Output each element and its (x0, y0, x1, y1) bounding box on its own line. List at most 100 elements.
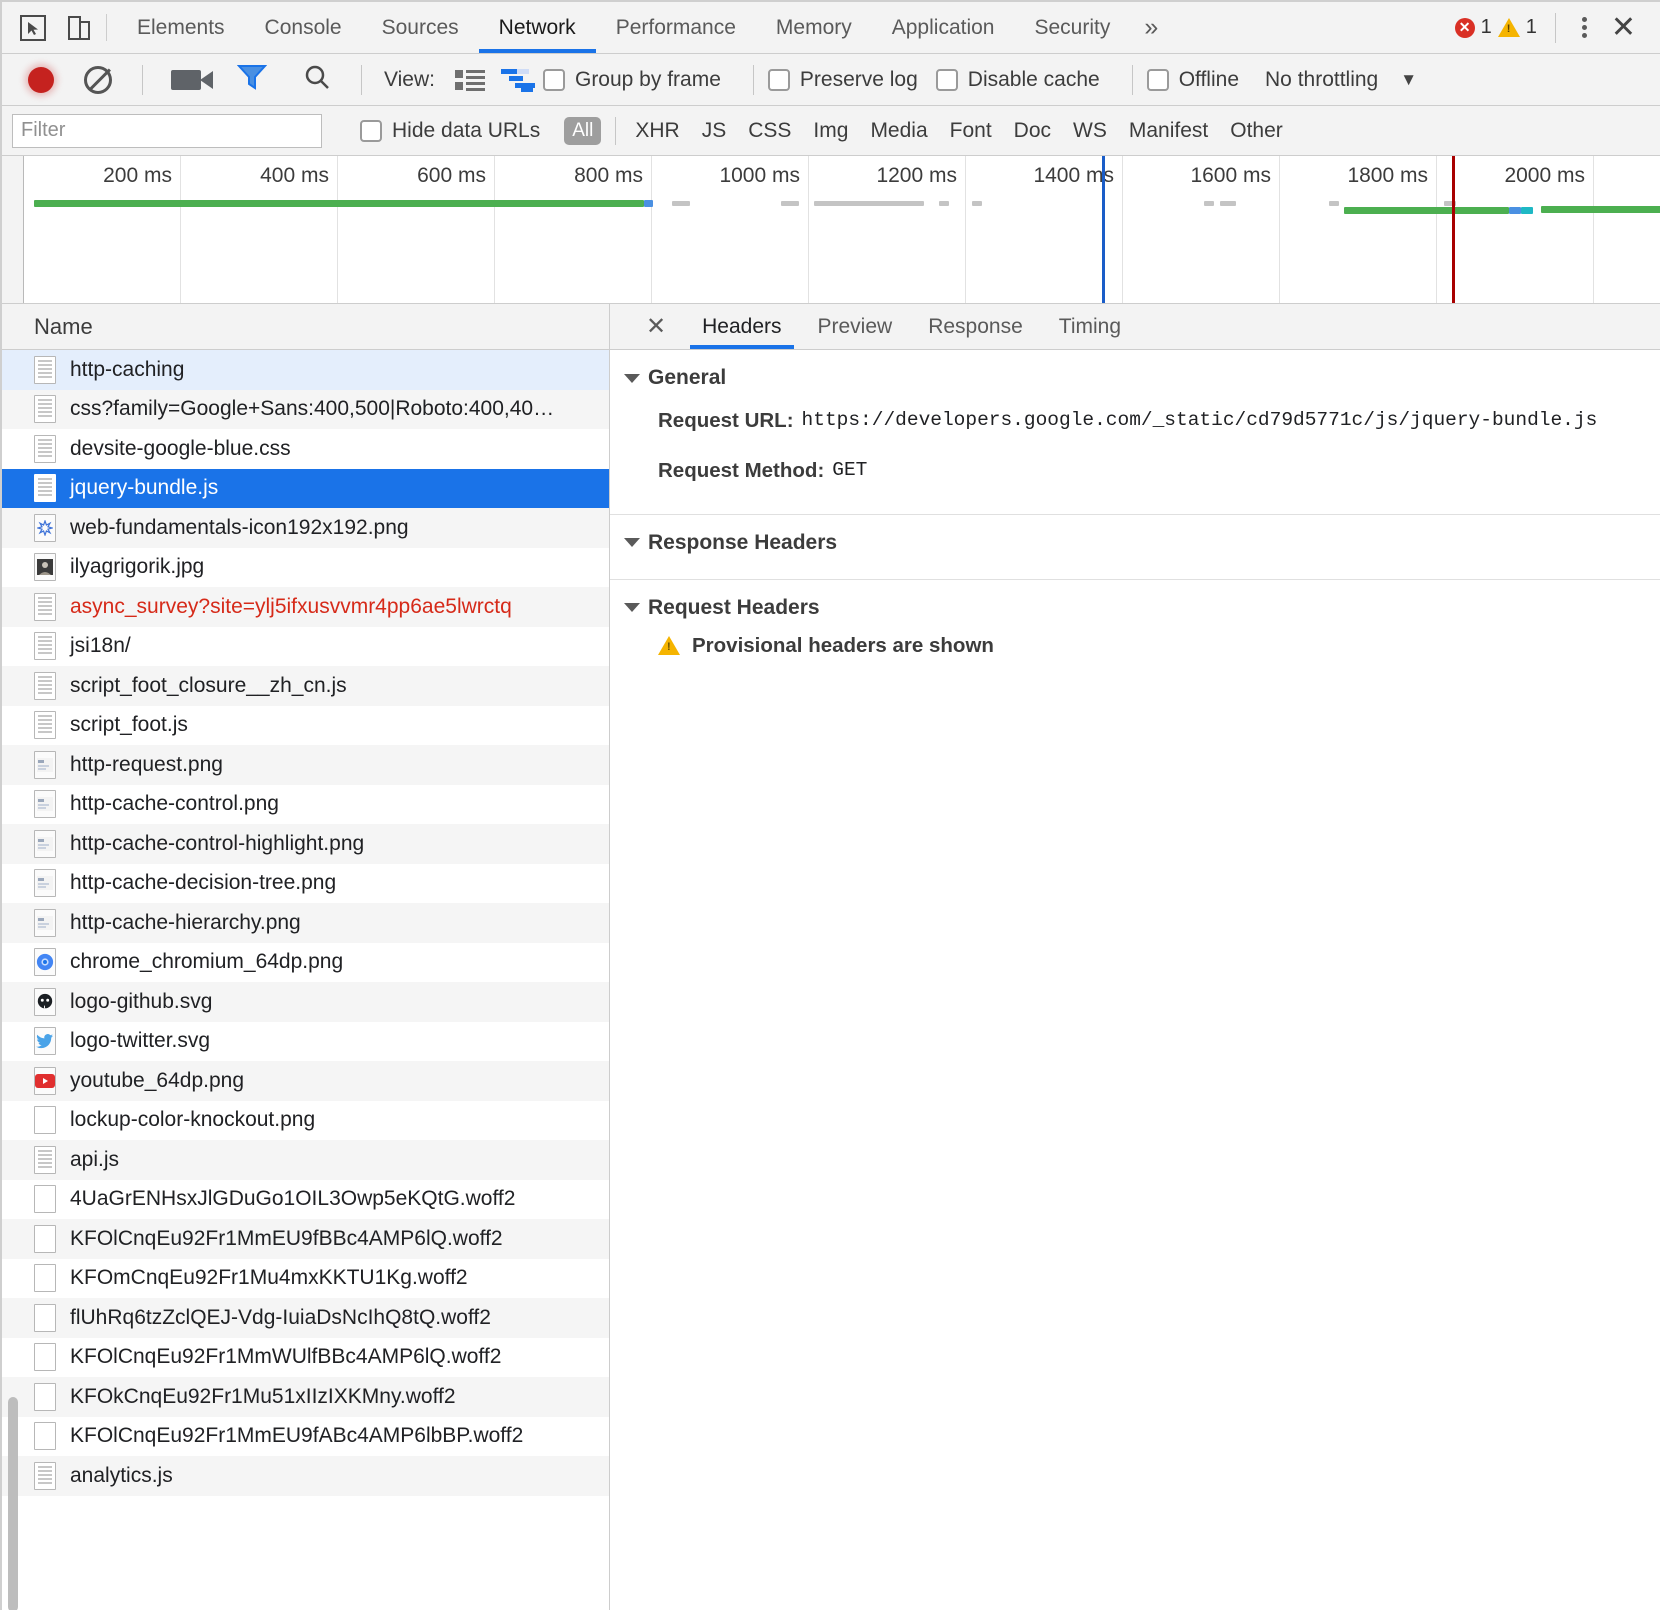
filter-type-all[interactable]: All (564, 116, 602, 145)
filter-icon[interactable] (236, 63, 268, 97)
tab-timing[interactable]: Timing (1041, 304, 1139, 349)
warning-count-badge[interactable]: 1 (1497, 16, 1537, 39)
overview-left-handle[interactable] (2, 156, 24, 303)
request-row[interactable]: jquery-bundle.js (2, 468, 609, 508)
toolbar-divider-4 (1131, 64, 1133, 95)
tab-network[interactable]: Network (478, 2, 596, 53)
document-icon (34, 592, 56, 621)
request-row[interactable]: http-cache-decision-tree.png (2, 864, 609, 904)
overview-tick: 1000 ms (719, 164, 800, 187)
request-row[interactable]: KFOlCnqEu92Fr1MmEU9fABc4AMP6lbBP.woff2 (2, 1417, 609, 1457)
list-view-icon[interactable] (454, 67, 485, 93)
tab-application[interactable]: Application (872, 2, 1015, 53)
preserve-log-checkbox[interactable]: Preserve log (767, 68, 918, 92)
disable-cache-checkbox[interactable]: Disable cache (935, 68, 1100, 92)
checkbox-box[interactable] (935, 68, 958, 91)
request-row[interactable]: flUhRq6tzZclQEJ-Vdg-IuiaDsNcIhQ8tQ.woff2 (2, 1298, 609, 1338)
search-icon[interactable] (303, 63, 331, 97)
record-button[interactable] (28, 66, 54, 93)
request-row[interactable]: api.js (2, 1140, 609, 1180)
image-icon (34, 869, 56, 898)
tabbar-right-divider (1554, 12, 1556, 43)
filter-type-xhr[interactable]: XHR (624, 119, 690, 143)
filter-type-manifest[interactable]: Manifest (1118, 119, 1219, 143)
request-row[interactable]: script_foot_closure__zh_cn.js (2, 666, 609, 706)
capture-screenshots-icon[interactable] (171, 69, 213, 90)
request-row-name: api.js (70, 1147, 120, 1171)
checkbox-box[interactable] (542, 68, 565, 91)
request-row[interactable]: jsi18n/ (2, 627, 609, 667)
request-list-header[interactable]: Name (2, 304, 609, 350)
filter-type-font[interactable]: Font (939, 119, 1003, 143)
request-row[interactable]: http-request.png (2, 745, 609, 785)
clear-button[interactable] (84, 65, 112, 94)
section-response-headers-title[interactable]: Response Headers (610, 531, 1660, 555)
checkbox-box[interactable] (767, 68, 790, 91)
request-row[interactable]: KFOkCnqEu92Fr1Mu51xIIzIXKMny.woff2 (2, 1377, 609, 1417)
checkbox-box[interactable] (1146, 68, 1169, 91)
request-row[interactable]: KFOlCnqEu92Fr1MmEU9fBBc4AMP6lQ.woff2 (2, 1219, 609, 1259)
request-row[interactable]: KFOlCnqEu92Fr1MmWUlfBBc4AMP6lQ.woff2 (2, 1338, 609, 1378)
chevron-down-icon[interactable]: ▼ (1400, 70, 1417, 90)
request-row[interactable]: analytics.js (2, 1456, 609, 1496)
filter-type-js[interactable]: JS (691, 119, 738, 143)
request-row[interactable]: http-cache-control-highlight.png (2, 824, 609, 864)
document-icon (34, 632, 56, 661)
more-tabs-icon[interactable]: » (1130, 2, 1172, 53)
hide-data-urls-checkbox[interactable]: Hide data URLs (360, 119, 540, 143)
request-row[interactable]: css?family=Google+Sans:400,500|Roboto:40… (2, 389, 609, 429)
filter-type-media[interactable]: Media (859, 119, 938, 143)
request-row[interactable]: logo-twitter.svg (2, 1022, 609, 1062)
error-count-badge[interactable]: ✕ 1 (1454, 16, 1492, 39)
request-row[interactable]: chrome_chromium_64dp.png (2, 943, 609, 983)
request-row[interactable]: KFOmCnqEu92Fr1Mu4mxKKTU1Kg.woff2 (2, 1259, 609, 1299)
filter-type-css[interactable]: CSS (737, 119, 802, 143)
request-row[interactable]: youtube_64dp.png (2, 1061, 609, 1101)
group-by-frame-checkbox[interactable]: Group by frame (542, 68, 721, 92)
tab-security[interactable]: Security (1014, 2, 1130, 53)
tab-response[interactable]: Response (910, 304, 1041, 349)
device-toolbar-icon[interactable] (56, 2, 102, 53)
overview-cell: 1400 ms (966, 156, 1123, 303)
section-general-title[interactable]: General (610, 366, 1660, 390)
request-row[interactable]: http-cache-hierarchy.png (2, 903, 609, 943)
detail-close-icon[interactable]: ✕ (628, 304, 684, 349)
inspect-element-icon[interactable] (10, 2, 56, 53)
request-row[interactable]: lockup-color-knockout.png (2, 1101, 609, 1141)
filter-input[interactable] (12, 113, 322, 148)
filter-type-img[interactable]: Img (802, 119, 859, 143)
tab-elements[interactable]: Elements (117, 2, 245, 53)
tab-performance[interactable]: Performance (596, 2, 756, 53)
section-request-headers-title[interactable]: Request Headers (610, 596, 1660, 620)
request-list-scrollbar[interactable] (8, 1397, 18, 1610)
request-row-name: script_foot.js (70, 713, 188, 737)
close-icon[interactable]: ✕ (1601, 12, 1646, 43)
tab-headers[interactable]: Headers (684, 304, 799, 349)
network-overview-timeline[interactable]: 200 ms 400 ms 600 ms 800 ms 1000 ms 1200… (2, 156, 1660, 304)
tab-preview[interactable]: Preview (800, 304, 911, 349)
filter-type-other[interactable]: Other (1219, 119, 1294, 143)
request-row[interactable]: async_survey?site=ylj5ifxusvvmr4pp6ae5lw… (2, 587, 609, 627)
filter-type-doc[interactable]: Doc (1003, 119, 1062, 143)
checkbox-box[interactable] (360, 119, 382, 142)
throttling-select[interactable]: No throttling (1265, 68, 1378, 92)
tab-console[interactable]: Console (245, 2, 362, 53)
request-row[interactable]: web-fundamentals-icon192x192.png (2, 508, 609, 548)
request-row-name: http-caching (70, 357, 185, 381)
offline-checkbox[interactable]: Offline (1146, 68, 1239, 92)
tab-memory[interactable]: Memory (756, 2, 872, 53)
provisional-headers-label: Provisional headers are shown (692, 633, 994, 657)
request-row[interactable]: http-cache-control.png (2, 785, 609, 825)
request-row[interactable]: script_foot.js (2, 706, 609, 746)
request-row[interactable]: ilyagrigorik.jpg (2, 548, 609, 588)
overview-bar (1329, 201, 1339, 206)
filter-type-ws[interactable]: WS (1062, 119, 1118, 143)
tabbar-divider (106, 14, 107, 41)
kebab-menu-icon[interactable] (1568, 17, 1601, 38)
waterfall-view-icon[interactable] (500, 67, 535, 93)
request-row[interactable]: devsite-google-blue.css (2, 429, 609, 469)
request-row[interactable]: http-caching (2, 350, 609, 390)
request-row[interactable]: 4UaGrENHsxJlGDuGo1OIL3Owp5eKQtG.woff2 (2, 1180, 609, 1220)
request-row[interactable]: logo-github.svg (2, 982, 609, 1022)
tab-sources[interactable]: Sources (362, 2, 479, 53)
